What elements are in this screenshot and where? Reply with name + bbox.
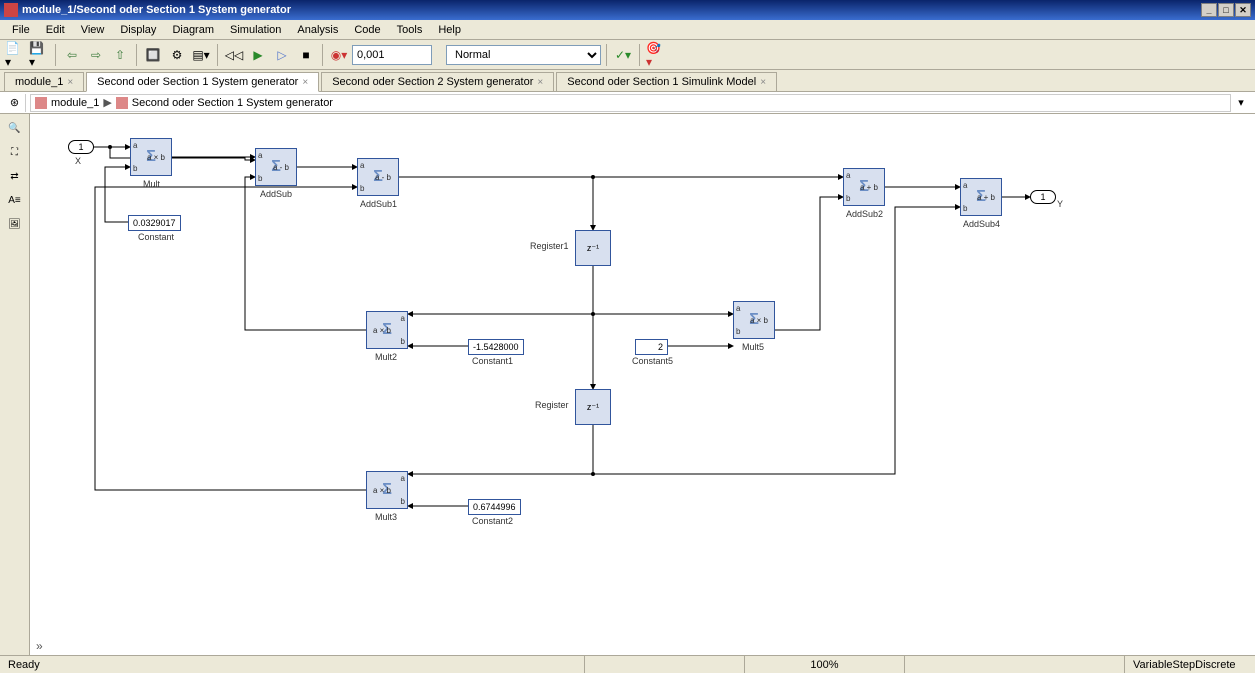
expand-icon[interactable]: » xyxy=(36,639,43,653)
palette-sidebar: 🔍 ⛶ ⇄ A≡ 🖼 xyxy=(0,114,30,655)
status-bar: Ready 100% VariableStepDiscrete xyxy=(0,655,1255,673)
model-icon xyxy=(35,97,47,109)
mult-label: Mult xyxy=(143,179,160,189)
target-button[interactable]: 🎯▾ xyxy=(645,44,667,66)
menu-tools[interactable]: Tools xyxy=(389,22,431,38)
mult5-label: Mult5 xyxy=(742,342,764,352)
block-register1[interactable]: z⁻¹ xyxy=(575,230,611,266)
new-button[interactable]: 📄▾ xyxy=(4,44,26,66)
menu-help[interactable]: Help xyxy=(430,22,469,38)
build-button[interactable]: ✓▾ xyxy=(612,44,634,66)
menu-simulation[interactable]: Simulation xyxy=(222,22,289,38)
zoom-icon[interactable]: 🔍 xyxy=(5,118,25,138)
menu-view[interactable]: View xyxy=(73,22,113,38)
block-addsub4[interactable]: a b Σ a + b xyxy=(960,178,1002,216)
canvas[interactable]: 1 X a b Σ a × b Mult 0.0329017 Constant … xyxy=(30,114,1255,655)
tab-section-2-sysgen[interactable]: Second oder Section 2 System generator × xyxy=(321,72,554,91)
addsub-label: AddSub xyxy=(260,189,292,199)
up-button[interactable]: ⇧ xyxy=(109,44,131,66)
signal-wires xyxy=(30,114,1255,655)
toolbar: 📄▾ 💾▾ ⇦ ⇨ ⇧ 🔲 ⚙ ▤▾ ◁◁ ▶ ▷ ■ ◉▾ Normal ✓▾… xyxy=(0,40,1255,70)
block-mult[interactable]: a b Σ a × b xyxy=(130,138,172,176)
minimize-button[interactable]: _ xyxy=(1201,3,1217,17)
menu-diagram[interactable]: Diagram xyxy=(164,22,222,38)
block-addsub2[interactable]: a b Σ a + b xyxy=(843,168,885,206)
run-button[interactable]: ▶ xyxy=(247,44,269,66)
explorer-button[interactable]: ▤▾ xyxy=(190,44,212,66)
menu-display[interactable]: Display xyxy=(112,22,164,38)
chevron-right-icon: ▶ xyxy=(103,96,111,109)
model-config-button[interactable]: ⚙ xyxy=(166,44,188,66)
menu-edit[interactable]: Edit xyxy=(38,22,73,38)
status-ready: Ready xyxy=(0,656,585,673)
swap-icon[interactable]: ⇄ xyxy=(5,166,25,186)
block-constant5[interactable]: 2 xyxy=(635,339,668,355)
tab-module-1[interactable]: module_1 × xyxy=(4,72,84,91)
block-addsub[interactable]: a b Σ a - b xyxy=(255,148,297,186)
tab-section-1-sysgen[interactable]: Second oder Section 1 System generator × xyxy=(86,72,319,92)
step-back-button[interactable]: ◁◁ xyxy=(223,44,245,66)
block-mult5[interactable]: a b Σ a × b xyxy=(733,301,775,339)
close-icon[interactable]: × xyxy=(302,77,308,88)
outport-label: Y xyxy=(1057,199,1063,209)
stop-button[interactable]: ■ xyxy=(295,44,317,66)
block-constant1[interactable]: -1.5428000 xyxy=(468,339,524,355)
constant-label: Constant xyxy=(138,232,174,242)
addsub1-label: AddSub1 xyxy=(360,199,397,209)
block-constant[interactable]: 0.0329017 xyxy=(128,215,181,231)
mult2-label: Mult2 xyxy=(375,352,397,362)
menu-bar: File Edit View Display Diagram Simulatio… xyxy=(0,20,1255,40)
fit-icon[interactable]: ⛶ xyxy=(5,142,25,162)
model-browser-toggle[interactable]: ⊛ xyxy=(4,94,26,112)
close-icon[interactable]: × xyxy=(537,77,543,88)
sim-mode-select[interactable]: Normal xyxy=(446,45,601,65)
tab-bar: module_1 × Second oder Section 1 System … xyxy=(0,70,1255,92)
block-mult2[interactable]: a b Σ a × b xyxy=(366,311,408,349)
title-bar: module_1/Second oder Section 1 System ge… xyxy=(0,0,1255,20)
addsub4-label: AddSub4 xyxy=(963,219,1000,229)
constant5-label: Constant5 xyxy=(632,356,673,366)
block-register[interactable]: z⁻¹ xyxy=(575,389,611,425)
image-icon[interactable]: 🖼 xyxy=(5,214,25,234)
block-constant2[interactable]: 0.6744996 xyxy=(468,499,521,515)
back-button[interactable]: ⇦ xyxy=(61,44,83,66)
save-button[interactable]: 💾▾ xyxy=(28,44,50,66)
close-button[interactable]: ✕ xyxy=(1235,3,1251,17)
library-browser-button[interactable]: 🔲 xyxy=(142,44,164,66)
tab-section-1-simulink[interactable]: Second oder Section 1 Simulink Model × xyxy=(556,72,777,91)
addsub2-label: AddSub2 xyxy=(846,209,883,219)
constant2-label: Constant2 xyxy=(472,516,513,526)
status-zoom[interactable]: 100% xyxy=(745,656,905,673)
step-forward-button[interactable]: ▷ xyxy=(271,44,293,66)
block-mult3[interactable]: a b Σ a × b xyxy=(366,471,408,509)
breadcrumb[interactable]: module_1 ▶ Second oder Section 1 System … xyxy=(30,94,1231,112)
breadcrumb-root[interactable]: module_1 xyxy=(51,97,99,109)
close-icon[interactable]: × xyxy=(67,77,73,88)
register-label: Register xyxy=(535,400,569,410)
outport-y[interactable]: 1 xyxy=(1030,190,1056,204)
constant1-label: Constant1 xyxy=(472,356,513,366)
menu-analysis[interactable]: Analysis xyxy=(289,22,346,38)
inport-x[interactable]: 1 xyxy=(68,140,94,154)
inport-label: X xyxy=(75,156,81,166)
app-icon xyxy=(4,3,18,17)
register1-label: Register1 xyxy=(530,241,569,251)
subsystem-icon xyxy=(116,97,128,109)
breadcrumb-current[interactable]: Second oder Section 1 System generator xyxy=(132,97,333,109)
annotation-icon[interactable]: A≡ xyxy=(5,190,25,210)
block-addsub1[interactable]: a b Σ a - b xyxy=(357,158,399,196)
menu-file[interactable]: File xyxy=(4,22,38,38)
menu-code[interactable]: Code xyxy=(346,22,388,38)
breadcrumb-dropdown[interactable]: ▾ xyxy=(1231,96,1251,109)
mult3-label: Mult3 xyxy=(375,512,397,522)
main-area: 🔍 ⛶ ⇄ A≡ 🖼 xyxy=(0,114,1255,655)
stop-time-input[interactable] xyxy=(352,45,432,65)
breadcrumb-bar: ⊛ module_1 ▶ Second oder Section 1 Syste… xyxy=(0,92,1255,114)
window-title: module_1/Second oder Section 1 System ge… xyxy=(22,4,1201,16)
maximize-button[interactable]: □ xyxy=(1218,3,1234,17)
status-solver: VariableStepDiscrete xyxy=(1125,656,1255,673)
forward-button[interactable]: ⇨ xyxy=(85,44,107,66)
close-icon[interactable]: × xyxy=(760,77,766,88)
record-button[interactable]: ◉▾ xyxy=(328,44,350,66)
